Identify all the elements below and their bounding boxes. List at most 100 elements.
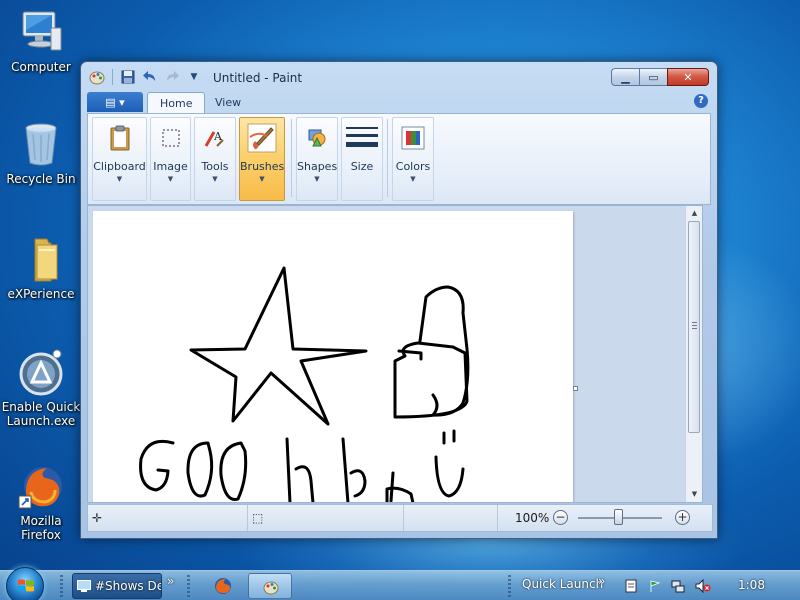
- window-title: Untitled - Paint: [213, 71, 303, 85]
- network-icon[interactable]: [671, 579, 685, 593]
- ribbon-group-brushes[interactable]: Brushes ▼: [239, 117, 285, 201]
- ribbon-group-clipboard[interactable]: Clipboard ▼: [92, 117, 147, 201]
- action-center-flag-icon[interactable]: [648, 579, 662, 593]
- scroll-up-icon[interactable]: ▲: [686, 206, 702, 221]
- ribbon-group-tools[interactable]: A Tools ▼: [194, 117, 236, 201]
- maximize-button[interactable]: ▭: [639, 68, 667, 86]
- ribbon-group-label: Image: [153, 160, 188, 173]
- ribbon-separator: [291, 119, 292, 197]
- desktop-icon-computer[interactable]: Computer: [0, 8, 82, 74]
- paint-window[interactable]: ▼ Untitled - Paint ▁ ▭ ✕ ▤ ▾ Home View ?…: [80, 61, 718, 539]
- selection-size-icon: ⬚: [252, 511, 264, 525]
- cursor-position-icon: ✛: [92, 511, 103, 525]
- tools-icon: A: [199, 122, 231, 154]
- taskbar: #Shows Desktop » Quick Launch » 1:08: [0, 567, 800, 600]
- shapes-icon: [301, 122, 333, 154]
- drawing-canvas[interactable]: [93, 211, 573, 502]
- image-size-cell: [404, 505, 498, 531]
- desktop-icon-experience[interactable]: eXPerience: [0, 235, 82, 301]
- show-desktop-icon: [77, 580, 91, 592]
- grip-icon: [692, 322, 697, 330]
- freehand-drawing: [139, 266, 470, 502]
- scrollbar-thumb[interactable]: [688, 221, 700, 433]
- size-icon: [346, 122, 378, 154]
- tab-view[interactable]: View: [203, 92, 253, 114]
- zoom-in-button[interactable]: +: [675, 510, 690, 525]
- taskbar-grip[interactable]: [187, 575, 190, 597]
- chevron-right-icon[interactable]: »: [167, 574, 174, 588]
- windows-logo-icon: [18, 579, 34, 592]
- zoom-out-button[interactable]: −: [553, 510, 568, 525]
- recycle-bin-icon: [17, 120, 65, 168]
- colors-icon: [397, 122, 429, 154]
- clipboard-icon: [104, 122, 136, 154]
- taskbar-item-label: #Shows Desktop: [95, 579, 161, 593]
- ribbon-group-label: Brushes: [240, 160, 285, 173]
- ribbon-group-label: Tools: [201, 160, 229, 173]
- paint-app-icon[interactable]: [87, 68, 107, 86]
- desktop-icon-recycle-bin[interactable]: Recycle Bin: [0, 120, 82, 186]
- scroll-down-icon[interactable]: ▼: [686, 487, 702, 502]
- taskbar-grip[interactable]: [508, 575, 511, 597]
- toolbar-separator: [112, 69, 113, 85]
- image-select-icon: [155, 122, 187, 154]
- taskbar-grip[interactable]: [60, 575, 63, 597]
- zoom-slider-thumb[interactable]: [614, 509, 623, 525]
- desktop-icon-firefox[interactable]: Mozilla Firefox: [0, 462, 82, 542]
- undo-icon[interactable]: [140, 68, 160, 86]
- customize-qat-icon[interactable]: ▼: [184, 68, 204, 86]
- start-button[interactable]: [6, 567, 44, 600]
- vertical-scrollbar[interactable]: ▲ ▼: [685, 206, 702, 502]
- chevron-down-icon: ▼: [212, 175, 218, 183]
- cursor-position-cell: ✛: [88, 505, 248, 531]
- taskbar-item-paint[interactable]: [248, 573, 292, 599]
- firefox-icon: [17, 462, 65, 510]
- taskbar-item-show-desktop[interactable]: #Shows Desktop: [72, 573, 162, 599]
- quick-launch-label: Quick Launch: [522, 577, 604, 591]
- ribbon-separator: [387, 119, 388, 197]
- canvas-workspace: ▲ ▼: [87, 205, 703, 503]
- minimize-button[interactable]: ▁: [611, 68, 639, 86]
- ribbon-group-size[interactable]: Size ▼: [341, 117, 383, 201]
- chevron-right-icon[interactable]: »: [598, 574, 605, 588]
- tab-home[interactable]: Home: [147, 92, 206, 114]
- ribbon-group-label: Clipboard: [93, 160, 146, 173]
- selection-size-cell: ⬚: [248, 505, 404, 531]
- chevron-down-icon: ▼: [410, 175, 416, 183]
- quick-launch-app-icon: [17, 348, 65, 396]
- zoom-level: 100%: [515, 511, 550, 525]
- title-bar[interactable]: ▼ Untitled - Paint ▁ ▭ ✕: [81, 62, 717, 92]
- chevron-down-icon: ▼: [167, 175, 174, 183]
- ribbon-tabs: ▤ ▾ Home View ?: [87, 92, 711, 114]
- ribbon-group-label: Size: [350, 160, 374, 173]
- close-button[interactable]: ✕: [667, 68, 709, 86]
- status-bar: ✛ ⬚ 100% − +: [87, 504, 713, 532]
- chevron-down-icon: ▼: [314, 175, 320, 183]
- volume-muted-icon[interactable]: [695, 578, 711, 594]
- document-icon[interactable]: [624, 579, 638, 593]
- app-menu-button[interactable]: ▤ ▾: [87, 92, 143, 112]
- clock[interactable]: 1:08: [738, 578, 765, 592]
- ribbon-group-label: Shapes: [297, 160, 338, 173]
- help-icon[interactable]: ?: [694, 94, 708, 108]
- save-icon[interactable]: [118, 68, 138, 86]
- firefox-icon[interactable]: [214, 577, 232, 595]
- app-menu-icon: ▤ ▾: [105, 95, 125, 109]
- desktop-icon-enable-quick-launch[interactable]: Enable Quick Launch.exe: [0, 348, 82, 428]
- chevron-down-icon: ▼: [259, 175, 265, 183]
- chevron-down-icon: ▼: [116, 175, 123, 183]
- quick-access-toolbar: ▼: [87, 68, 204, 86]
- folder-icon: [17, 235, 65, 283]
- canvas-resize-handle[interactable]: [573, 386, 578, 391]
- brush-icon: [246, 122, 278, 154]
- redo-icon[interactable]: [162, 68, 182, 86]
- ribbon: Clipboard ▼ Image ▼ A Tools ▼ Brushes ▼: [87, 113, 711, 205]
- ribbon-group-shapes[interactable]: Shapes ▼: [296, 117, 338, 201]
- paint-app-icon: [263, 581, 279, 595]
- ribbon-group-image[interactable]: Image ▼: [150, 117, 191, 201]
- ribbon-group-label: Colors: [395, 160, 431, 173]
- desktop-icon-label: Computer: [11, 60, 71, 74]
- desktop-icon-label: eXPerience: [7, 287, 75, 301]
- window-controls: ▁ ▭ ✕: [611, 68, 709, 86]
- ribbon-group-colors[interactable]: Colors ▼: [392, 117, 434, 201]
